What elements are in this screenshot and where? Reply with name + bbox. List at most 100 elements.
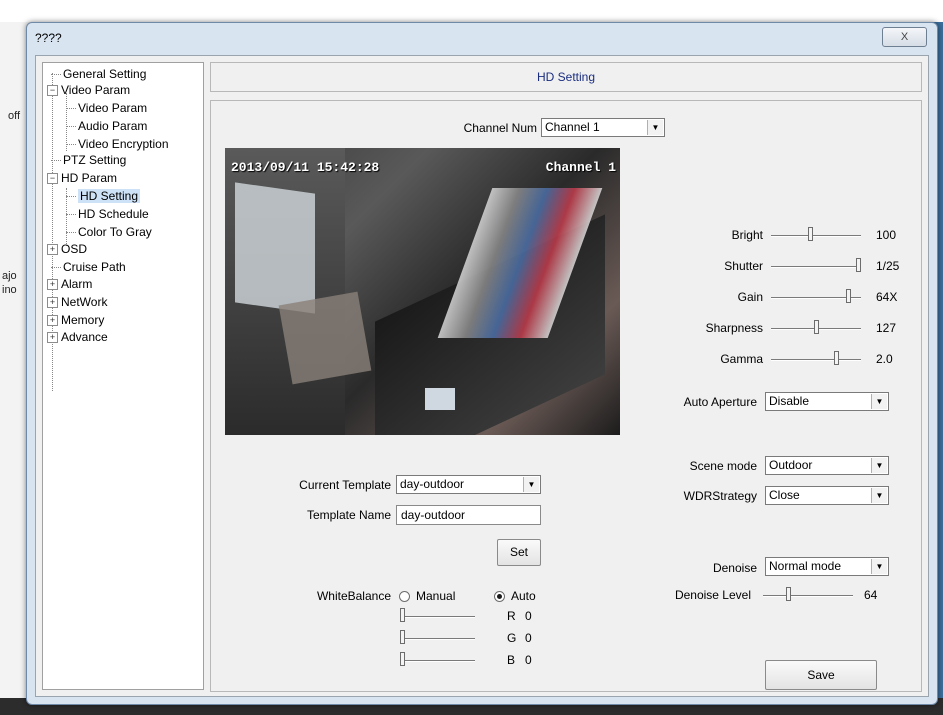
b-value: 0 xyxy=(525,653,532,667)
tree-item-advance[interactable]: + Advance xyxy=(47,329,108,345)
auto-aperture-label: Auto Aperture xyxy=(683,395,757,409)
tree-item-hd-setting[interactable]: HD Setting xyxy=(66,188,141,204)
slider-thumb[interactable] xyxy=(808,227,813,241)
gain-value: 64X xyxy=(876,290,898,304)
background-window-strip xyxy=(0,0,943,22)
white-balance-auto-radio[interactable] xyxy=(494,591,505,602)
current-template-value: day-outdoor xyxy=(400,477,465,491)
preview-box xyxy=(425,388,455,410)
background-text: off xyxy=(8,110,21,122)
tree-item-label: Audio Param xyxy=(78,119,148,133)
expand-icon[interactable]: + xyxy=(47,244,58,256)
dialog-client-area: General Setting − Video Param Video Param… xyxy=(35,55,929,697)
tree-item-video-encryption[interactable]: Video Encryption xyxy=(66,136,169,152)
bright-value: 100 xyxy=(876,228,897,242)
collapse-icon[interactable]: − xyxy=(47,85,58,97)
tree-item-video-param-sub[interactable]: Video Param xyxy=(66,100,147,116)
expand-icon[interactable]: + xyxy=(47,297,58,309)
tree-item-cruise-path[interactable]: Cruise Path xyxy=(51,259,126,275)
shutter-value: 1/25 xyxy=(876,259,900,273)
section-title: HD Setting xyxy=(536,70,596,84)
section-header: HD Setting xyxy=(210,62,922,92)
channel-select[interactable]: Channel 1 ▼ xyxy=(541,118,665,137)
tree-item-label: PTZ Setting xyxy=(63,153,127,167)
tree-item-hd-schedule[interactable]: HD Schedule xyxy=(66,206,149,222)
tree-item-label: Color To Gray xyxy=(78,225,152,239)
denoise-select[interactable]: Normal mode ▼ xyxy=(765,557,889,576)
preview-paper xyxy=(278,291,372,385)
expand-icon[interactable]: + xyxy=(47,332,58,344)
tree-item-label: NetWork xyxy=(61,295,108,309)
tree-item-video-param[interactable]: − Video Param xyxy=(47,82,130,98)
tree-item-label: HD Setting xyxy=(78,189,141,203)
gamma-slider[interactable] xyxy=(771,351,861,366)
tree-item-label: HD Param xyxy=(61,171,118,185)
bright-slider[interactable] xyxy=(771,227,861,242)
white-balance-manual-radio[interactable] xyxy=(399,591,410,602)
tree-item-osd[interactable]: + OSD xyxy=(47,241,87,257)
slider-thumb[interactable] xyxy=(400,652,405,666)
preview-channel-osd: Channel 1 xyxy=(545,160,616,175)
gain-label: Gain xyxy=(737,290,763,304)
tree-item-label: Video Encryption xyxy=(78,137,169,151)
tree-item-label: Advance xyxy=(61,330,108,344)
tree-item-hd-param[interactable]: − HD Param xyxy=(47,170,117,186)
expand-icon[interactable]: + xyxy=(47,279,58,291)
slider-thumb[interactable] xyxy=(856,258,861,272)
tree-item-network[interactable]: + NetWork xyxy=(47,294,107,310)
denoise-level-value: 64 xyxy=(864,588,878,602)
close-button[interactable]: X xyxy=(882,27,927,47)
sharpness-slider[interactable] xyxy=(771,320,861,335)
slider-thumb[interactable] xyxy=(786,587,791,601)
scene-mode-select[interactable]: Outdoor ▼ xyxy=(765,456,889,475)
chevron-down-icon: ▼ xyxy=(871,488,887,503)
gain-slider[interactable] xyxy=(771,289,861,304)
tree-item-alarm[interactable]: + Alarm xyxy=(47,276,92,292)
scene-mode-label: Scene mode xyxy=(689,459,757,473)
hd-setting-dialog: ???? X General Setting − Video Param Vide… xyxy=(26,22,938,705)
chevron-down-icon: ▼ xyxy=(871,394,887,409)
auto-aperture-select[interactable]: Disable ▼ xyxy=(765,392,889,411)
tree-item-label: Cruise Path xyxy=(63,260,126,274)
b-label: B xyxy=(507,653,516,667)
slider-thumb[interactable] xyxy=(834,351,839,365)
sharpness-label: Sharpness xyxy=(705,321,763,335)
dialog-title: ???? xyxy=(35,31,62,45)
expand-icon[interactable]: + xyxy=(47,315,58,327)
slider-thumb[interactable] xyxy=(400,630,405,644)
white-balance-label: WhiteBalance xyxy=(316,589,391,603)
tree-item-color-to-gray[interactable]: Color To Gray xyxy=(66,224,152,240)
denoise-level-label: Denoise Level xyxy=(674,588,751,602)
slider-thumb[interactable] xyxy=(814,320,819,334)
g-value: 0 xyxy=(525,631,532,645)
gamma-label: Gamma xyxy=(720,352,763,366)
bright-label: Bright xyxy=(731,228,763,242)
tree-item-ptz-setting[interactable]: PTZ Setting xyxy=(51,152,126,168)
tree-item-label: OSD xyxy=(61,242,88,256)
white-balance-b-slider[interactable] xyxy=(400,652,475,667)
save-button[interactable]: Save xyxy=(765,660,877,690)
white-balance-g-slider[interactable] xyxy=(400,630,475,645)
chevron-down-icon: ▼ xyxy=(871,458,887,473)
white-balance-manual-label: Manual xyxy=(416,589,456,603)
chevron-down-icon: ▼ xyxy=(523,477,539,492)
set-button[interactable]: Set xyxy=(497,539,541,566)
tree-item-audio-param[interactable]: Audio Param xyxy=(66,118,147,134)
g-label: G xyxy=(507,631,517,645)
shutter-slider[interactable] xyxy=(771,258,861,273)
current-template-select[interactable]: day-outdoor ▼ xyxy=(396,475,541,494)
tree-item-memory[interactable]: + Memory xyxy=(47,312,104,328)
sharpness-value: 127 xyxy=(876,321,897,335)
wdr-strategy-select[interactable]: Close ▼ xyxy=(765,486,889,505)
white-balance-r-slider[interactable] xyxy=(400,608,475,623)
tree-item-label: Video Param xyxy=(61,83,131,97)
settings-tree: General Setting − Video Param Video Param… xyxy=(42,62,204,690)
denoise-level-slider[interactable] xyxy=(763,587,853,602)
slider-thumb[interactable] xyxy=(846,289,851,303)
denoise-value: Normal mode xyxy=(769,559,842,573)
slider-thumb[interactable] xyxy=(400,608,405,622)
tree-item-general-setting[interactable]: General Setting xyxy=(51,66,146,82)
auto-aperture-value: Disable xyxy=(769,394,810,408)
collapse-icon[interactable]: − xyxy=(47,173,58,185)
template-name-input[interactable]: day-outdoor xyxy=(396,505,541,525)
